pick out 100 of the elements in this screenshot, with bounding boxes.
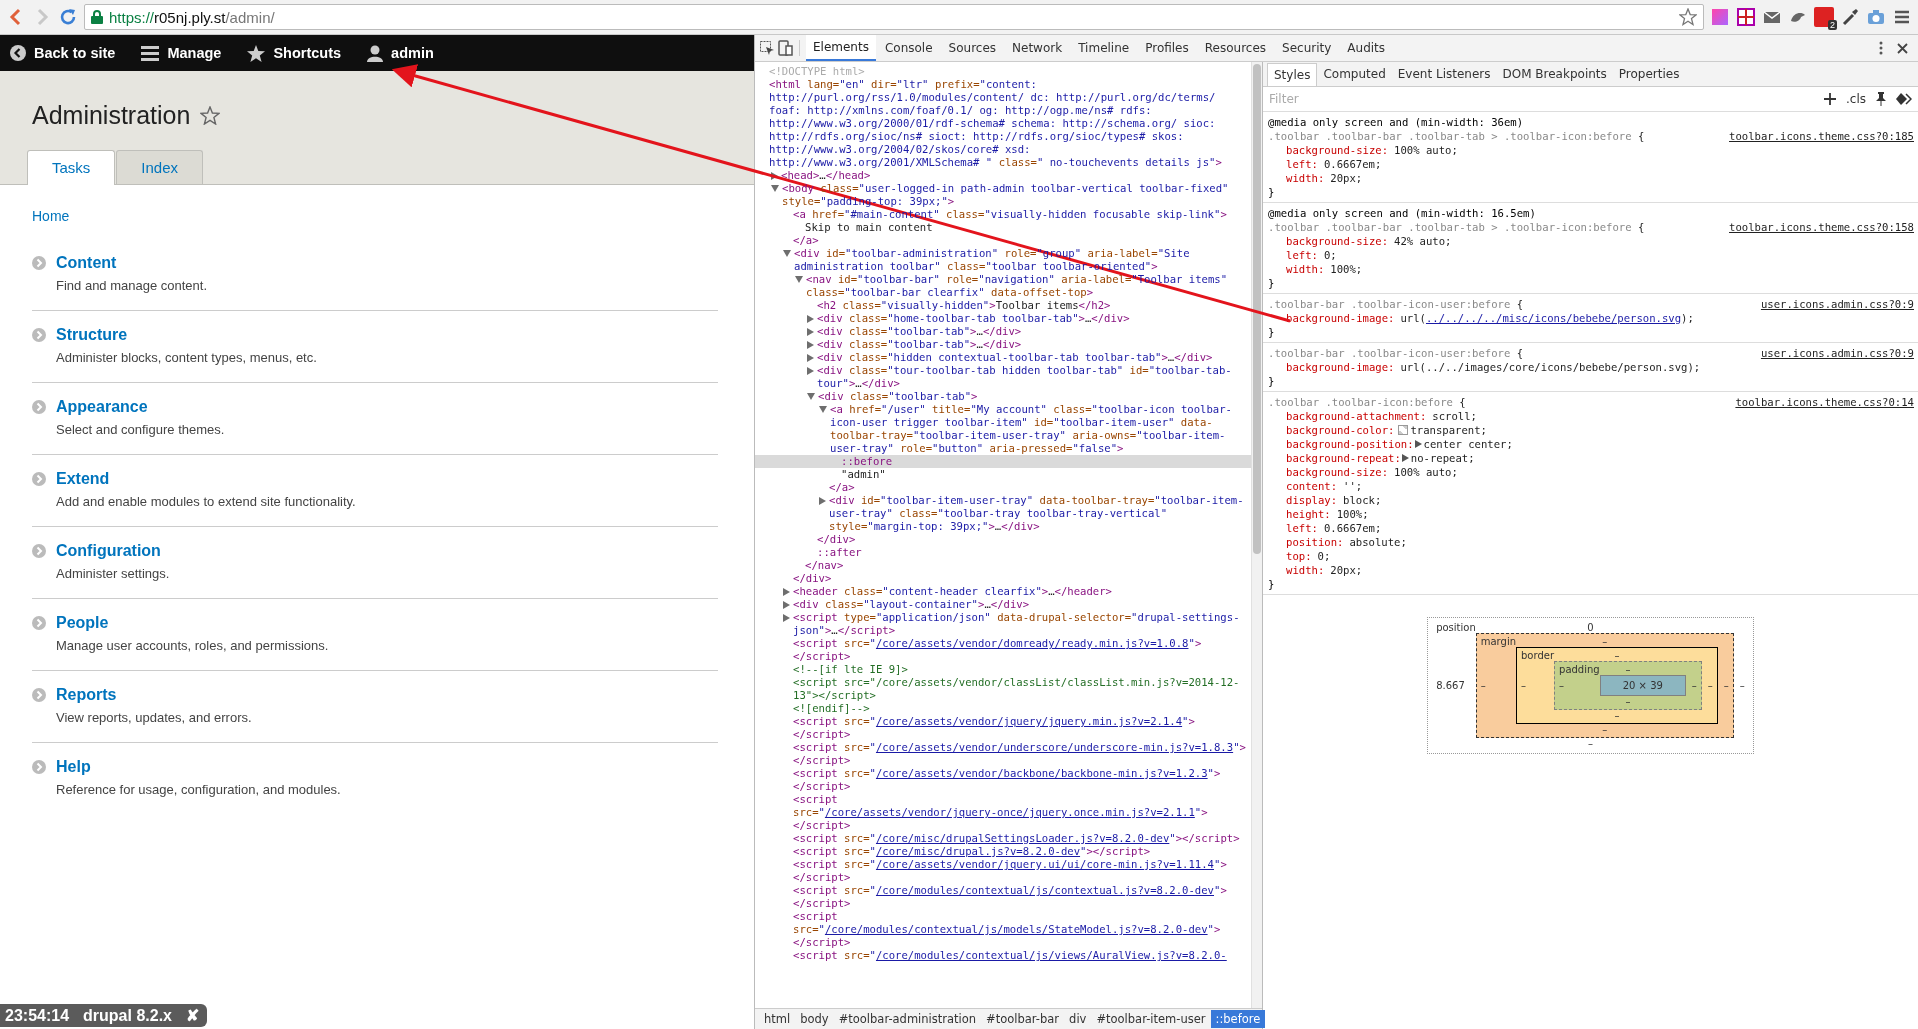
expand-triangle-icon[interactable] xyxy=(807,354,814,362)
breadcrumb-item[interactable]: ::before xyxy=(1210,1010,1266,1028)
script-link[interactable]: /core/assets/vendor/underscore/underscore-min.js?v=1.8.3 xyxy=(875,741,1234,753)
breadcrumb-item[interactable]: body xyxy=(795,1010,834,1028)
toolbar-item[interactable]: Back to site xyxy=(10,45,116,61)
dom-tree-row[interactable]: <div class="home-toolbar-tab toolbar-tab">…</div> xyxy=(755,312,1251,325)
admin-section-link[interactable]: People xyxy=(56,614,329,632)
admin-section-link[interactable]: Appearance xyxy=(56,398,225,416)
dom-tree-row[interactable]: <script src="/core/misc/drupal.js?v=8.2.0-dev"></script> xyxy=(755,845,1251,858)
dom-tree-row[interactable]: Skip to main content xyxy=(755,221,1251,234)
devtools-tab[interactable]: Profiles xyxy=(1138,36,1196,60)
devtools-tab[interactable]: Resources xyxy=(1197,36,1274,60)
dom-tree-row[interactable]: ::before xyxy=(755,455,1251,468)
inspect-icon[interactable] xyxy=(759,40,775,56)
script-link[interactable]: /core/assets/vendor/domready/ready.min.js?v=1.0.8 xyxy=(875,637,1189,649)
devtools-tab[interactable]: Elements xyxy=(806,35,876,61)
tab[interactable]: Index xyxy=(116,150,204,184)
expand-triangle-icon[interactable] xyxy=(807,341,814,349)
eyedropper-icon[interactable] xyxy=(1840,7,1860,27)
expand-triangle-icon[interactable] xyxy=(783,601,790,609)
devtools-tab[interactable]: Security xyxy=(1275,36,1339,60)
admin-section-link[interactable]: Extend xyxy=(56,470,356,488)
filter-field[interactable]: Filter xyxy=(1269,92,1814,106)
dom-tree-row[interactable]: <div class="toolbar-tab"> xyxy=(755,390,1251,403)
color-swatch-icon[interactable] xyxy=(1398,425,1409,435)
collapse-triangle-icon[interactable] xyxy=(783,250,791,257)
diamond-icon[interactable] xyxy=(1896,93,1912,105)
sidebar-tab[interactable]: Properties xyxy=(1612,63,1686,85)
sidebar-tab[interactable]: Computed xyxy=(1317,63,1392,85)
toolbar-item[interactable]: Manage xyxy=(141,45,222,61)
devtools-tab[interactable]: Sources xyxy=(941,36,1004,60)
collapse-triangle-icon[interactable] xyxy=(795,276,803,283)
stylesheet-link[interactable]: toolbar.icons.theme.css?0:158 xyxy=(1729,220,1914,234)
device-icon[interactable] xyxy=(777,40,793,56)
stylesheet-link[interactable]: toolbar.icons.theme.css?0:185 xyxy=(1729,129,1914,143)
breadcrumb-item[interactable]: #toolbar-bar xyxy=(981,1010,1065,1028)
admin-section-link[interactable]: Reports xyxy=(56,686,252,704)
plus-icon[interactable] xyxy=(1824,93,1836,105)
admin-section-link[interactable]: Help xyxy=(56,758,341,776)
toolbar-item[interactable]: admin xyxy=(367,44,434,62)
camera-icon[interactable] xyxy=(1866,7,1886,27)
script-link[interactable]: /core/assets/vendor/jquery.ui/ui/core-min.js?v=1.11.4 xyxy=(875,858,1214,870)
script-link[interactable]: /core/assets/vendor/jquery/jquery.min.js?v=2.1.4 xyxy=(875,715,1183,727)
admin-section-link[interactable]: Content xyxy=(56,254,208,272)
dom-tree-row[interactable]: <h2 class="visually-hidden">Toolbar items</h2> xyxy=(755,299,1251,312)
close-icon[interactable] xyxy=(1897,42,1908,54)
expand-triangle-icon[interactable] xyxy=(819,497,826,505)
dom-tree-row[interactable]: "admin" xyxy=(755,468,1251,481)
expand-triangle-icon[interactable] xyxy=(783,588,790,596)
expand-triangle-icon[interactable] xyxy=(807,367,814,375)
dom-tree-row[interactable]: <div class="hidden contextual-toolbar-tab toolbar-tab">…</div> xyxy=(755,351,1251,364)
more-options-icon[interactable] xyxy=(1879,41,1883,55)
dom-tree-row[interactable]: <script src="/core/assets/vendor/jquery/jquery.min.js?v=2.1.4"></script> xyxy=(755,715,1251,741)
pin-icon[interactable] xyxy=(1876,92,1886,106)
close-button[interactable]: ✘ xyxy=(185,1006,199,1025)
cls-button[interactable]: .cls xyxy=(1846,92,1866,106)
script-link[interactable]: /core/misc/drupalSettingsLoader.js?v=8.2.0-dev xyxy=(875,832,1170,844)
dom-tree-row[interactable]: <div class="tour-toolbar-tab hidden toolbar-tab" id="toolbar-tab-tour">…</div> xyxy=(755,364,1251,390)
collapse-triangle-icon[interactable] xyxy=(819,406,827,413)
devtools-tab[interactable]: Console xyxy=(877,36,940,60)
toolbar-item[interactable]: Shortcuts xyxy=(247,44,342,62)
sidebar-tab[interactable]: Styles xyxy=(1267,62,1318,86)
dom-tree-row[interactable]: ::after xyxy=(755,546,1251,559)
breadcrumb-item[interactable]: #toolbar-item-user xyxy=(1091,1010,1211,1028)
breadcrumb-item[interactable]: #toolbar-administration xyxy=(833,1010,982,1028)
star-icon[interactable] xyxy=(1679,8,1697,26)
tab[interactable]: Tasks xyxy=(27,150,116,185)
breadcrumb-link[interactable]: Home xyxy=(32,208,70,224)
extension-icon[interactable]: 2 xyxy=(1814,7,1834,27)
expand-triangle-icon[interactable] xyxy=(807,315,814,323)
dom-tree-row[interactable]: <head>…</head> xyxy=(755,169,1251,182)
sidebar-tab[interactable]: DOM Breakpoints xyxy=(1496,63,1613,85)
admin-section-link[interactable]: Structure xyxy=(56,326,317,344)
admin-section-link[interactable]: Configuration xyxy=(56,542,170,560)
url-link[interactable]: ../../../../misc/icons/bebebe/person.svg xyxy=(1425,312,1682,324)
dom-tree-row[interactable]: <div class="layout-container">…</div> xyxy=(755,598,1251,611)
stylesheet-link[interactable]: toolbar.icons.theme.css?0:14 xyxy=(1735,395,1914,409)
devtools-tab[interactable]: Network xyxy=(1005,36,1070,60)
expand-triangle-icon[interactable] xyxy=(807,328,814,336)
gradient-square-icon[interactable] xyxy=(1710,7,1730,27)
script-link[interactable]: /core/modules/contextual/js/contextual.js?v=8.2.0-dev xyxy=(875,884,1214,896)
sidebar-tab[interactable]: Event Listeners xyxy=(1391,63,1497,85)
stylesheet-link[interactable]: user.icons.admin.css?0:9 xyxy=(1760,346,1914,360)
script-link[interactable]: /core/modules/contextual/js/views/AuralView.js?v=8.2.0- xyxy=(875,949,1227,961)
script-link[interactable]: /core/modules/contextual/js/models/StateModel.js?v=8.2.0-dev xyxy=(824,923,1208,935)
script-link[interactable]: /core/assets/vendor/jquery-once/jquery.once.min.js?v=2.1.1 xyxy=(824,806,1195,818)
scrollbar-thumb[interactable] xyxy=(1253,64,1261,554)
collapse-triangle-icon[interactable] xyxy=(807,393,815,400)
reload-icon[interactable] xyxy=(58,7,78,27)
dom-tree-row[interactable]: <header class="content-header clearfix">…</header> xyxy=(755,585,1251,598)
address-bar[interactable]: https://r05nj.ply.st/admin/ xyxy=(84,4,1704,30)
breadcrumb-item[interactable]: html xyxy=(759,1010,796,1028)
star-icon[interactable] xyxy=(200,106,221,125)
dom-tree-row[interactable]: <div class="toolbar-tab">…</div> xyxy=(755,338,1251,351)
grid-icon[interactable] xyxy=(1736,7,1756,27)
dom-tree-row[interactable]: <script src="/core/assets/vendor/jquery-once/jquery.once.min.js?v=2.1.1"></script> xyxy=(755,793,1251,832)
script-link[interactable]: /core/assets/vendor/backbone/backbone-min.js?v=1.2.3 xyxy=(875,767,1208,779)
script-link[interactable]: /core/misc/drupal.js?v=8.2.0-dev xyxy=(875,845,1081,857)
dom-tree-row[interactable]: <div class="toolbar-tab">…</div> xyxy=(755,325,1251,338)
collapse-triangle-icon[interactable] xyxy=(771,185,779,192)
